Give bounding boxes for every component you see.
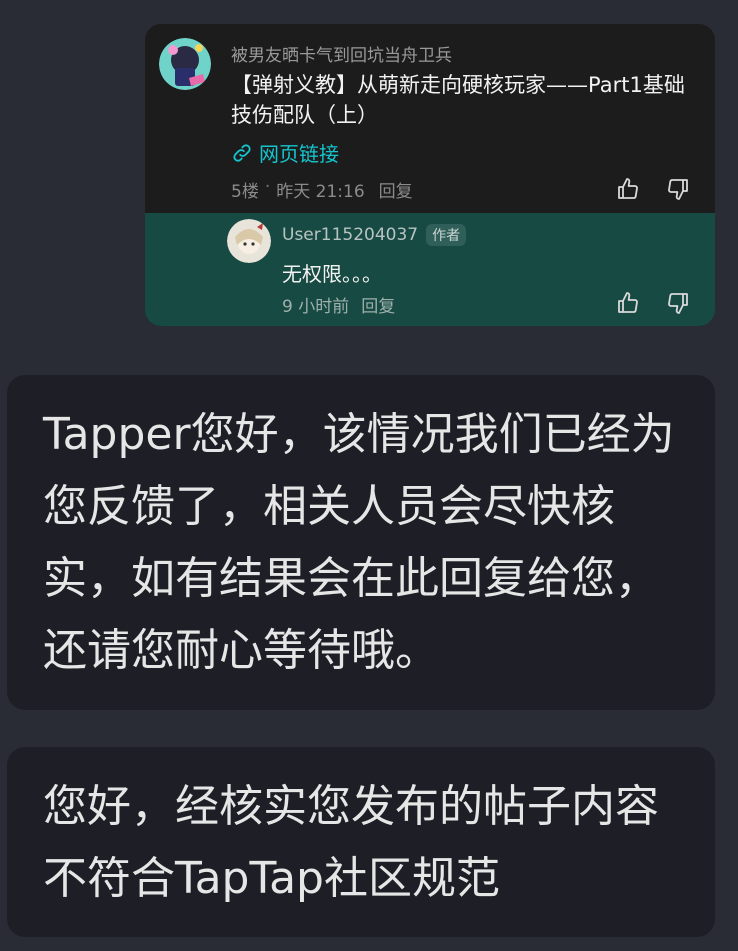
web-link-label: 网页链接 xyxy=(259,142,339,166)
post-title[interactable]: 【弹射义教】从萌新走向硬核玩家——Part1基础技伤配队（上） xyxy=(231,70,701,130)
sub-reply-username[interactable]: User115204037 xyxy=(282,225,418,245)
sub-reply[interactable]: User115204037 作者 无权限。。。 9 小时前 回复 xyxy=(145,213,715,326)
post-meta: 5楼 · 昨天 21:16 回复 xyxy=(231,177,413,202)
thumb-up-icon[interactable] xyxy=(616,291,640,315)
floor-number: 5楼 xyxy=(231,182,259,202)
sub-reply-vote xyxy=(616,291,690,315)
message-bubble[interactable]: 您好，经核实您发布的帖子内容不符合TapTap社区规范 xyxy=(7,747,715,937)
reply-button[interactable]: 回复 xyxy=(379,177,413,202)
message-bubble[interactable]: Tapper您好，该情况我们已经为您反馈了，相关人员会尽快核实，如有结果会在此回… xyxy=(7,375,715,710)
sub-reply-meta: 9 小时前 回复 xyxy=(282,292,395,317)
chat-screen: 被男友晒卡气到回坑当舟卫兵 【弹射义教】从萌新走向硬核玩家——Part1基础技伤… xyxy=(0,0,738,951)
sub-reply-button[interactable]: 回复 xyxy=(361,292,395,317)
author-badge: 作者 xyxy=(426,224,467,246)
sub-reply-avatar[interactable] xyxy=(227,219,271,263)
sub-reply-time: 9 小时前 xyxy=(282,297,350,317)
thumb-down-icon[interactable] xyxy=(666,177,690,201)
post-author-avatar[interactable] xyxy=(159,38,211,90)
post-time: 昨天 21:16 xyxy=(276,182,365,202)
sub-reply-text: 无权限。。。 xyxy=(282,262,382,286)
thumb-up-icon[interactable] xyxy=(616,177,640,201)
link-icon xyxy=(233,143,251,162)
web-link[interactable]: 网页链接 xyxy=(231,138,339,167)
thumb-down-icon[interactable] xyxy=(666,291,690,315)
embedded-screenshot[interactable]: 被男友晒卡气到回坑当舟卫兵 【弹射义教】从萌新走向硬核玩家——Part1基础技伤… xyxy=(145,24,715,326)
meta-separator: · xyxy=(264,177,271,197)
sub-reply-user: User115204037 作者 xyxy=(282,224,467,246)
post-vote xyxy=(616,177,690,201)
post-author-name[interactable]: 被男友晒卡气到回坑当舟卫兵 xyxy=(231,41,452,66)
